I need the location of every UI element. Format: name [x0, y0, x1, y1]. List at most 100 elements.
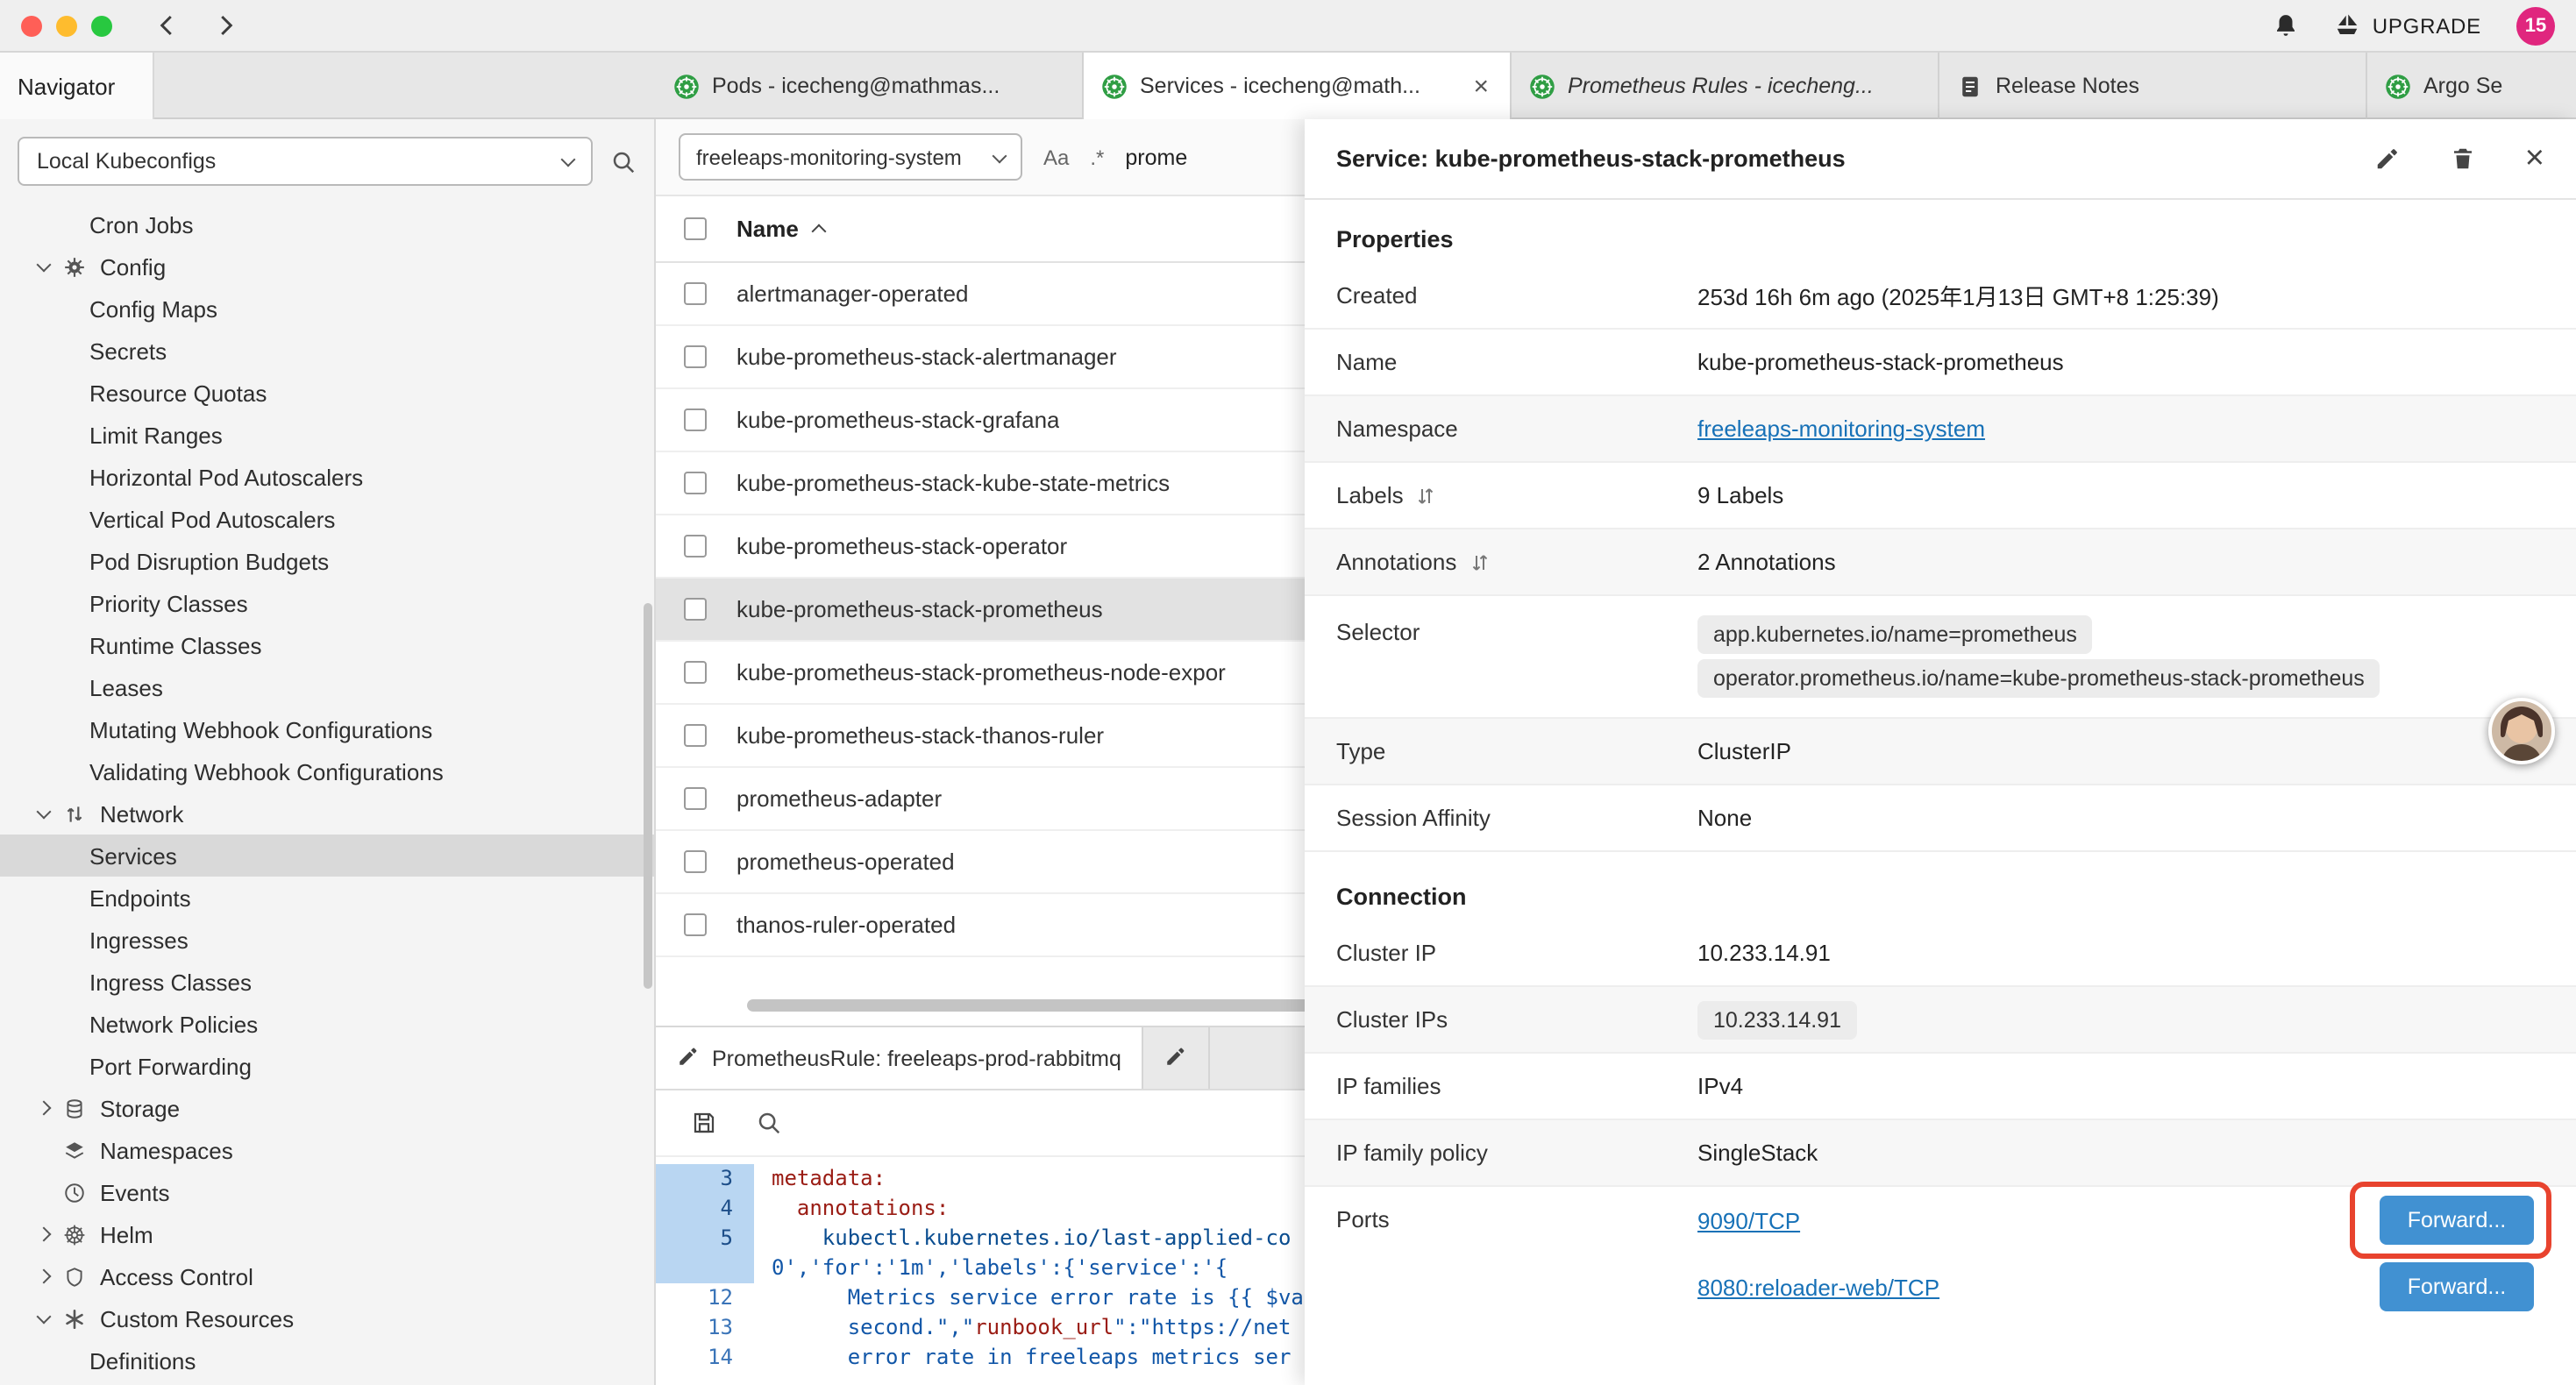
tab-pods-icecheng-mathmas[interactable]: Pods - icecheng@mathmas... [656, 53, 1084, 119]
row-checkbox[interactable] [684, 535, 707, 558]
sidebar-item-resource-quotas[interactable]: Resource Quotas [0, 372, 654, 414]
editor-search-icon[interactable] [756, 1110, 782, 1136]
sidebar-item-custom-resources[interactable]: Custom Resources [0, 1297, 654, 1339]
sidebar-item-access-control[interactable]: Access Control [0, 1255, 654, 1297]
sidebar-item-namespaces[interactable]: Namespaces [0, 1129, 654, 1171]
sidebar-item-ingresses[interactable]: Ingresses [0, 919, 654, 961]
row-checkbox[interactable] [684, 472, 707, 494]
table-row[interactable]: prometheus-operated [656, 831, 1305, 894]
horizontal-scrollbar[interactable] [747, 999, 1305, 1012]
name-column-header[interactable]: Name [737, 216, 799, 242]
row-checkbox[interactable] [684, 787, 707, 810]
editor-line: 4 annotations: [656, 1194, 1305, 1224]
sidebar-item-ingress-classes[interactable]: Ingress Classes [0, 961, 654, 1003]
sidebar-scrollbar[interactable] [644, 603, 652, 989]
sort-icon[interactable] [1469, 551, 1490, 572]
row-checkbox[interactable] [684, 661, 707, 684]
sidebar-item-config-maps[interactable]: Config Maps [0, 288, 654, 330]
row-checkbox[interactable] [684, 913, 707, 936]
close-window-button[interactable] [21, 15, 42, 36]
tab-services-icecheng-math[interactable]: Services - icecheng@math...× [1084, 53, 1512, 119]
user-avatar[interactable] [2488, 698, 2555, 764]
sidebar-item-events[interactable]: Events [0, 1171, 654, 1213]
line-number: 5 [656, 1224, 754, 1254]
chevron-down-icon [561, 153, 576, 167]
table-row[interactable]: kube-prometheus-stack-grafana [656, 389, 1305, 452]
sidebar-item-validating-webhook-configurations[interactable]: Validating Webhook Configurations [0, 750, 654, 792]
sidebar-item-secrets[interactable]: Secrets [0, 330, 654, 372]
sidebar-item-priority-classes[interactable]: Priority Classes [0, 582, 654, 624]
close-drawer-icon[interactable]: × [2525, 142, 2544, 175]
table-row[interactable]: thanos-ruler-operated [656, 894, 1305, 957]
namespace-filter[interactable]: freeleaps-monitoring-system [679, 133, 1022, 181]
table-row[interactable]: alertmanager-operated [656, 263, 1305, 326]
sidebar-item-definitions[interactable]: Definitions [0, 1339, 654, 1381]
sidebar-item-services[interactable]: Services [0, 835, 654, 877]
sidebar-item-endpoints[interactable]: Endpoints [0, 877, 654, 919]
port-forward-button[interactable]: Forward... [2380, 1196, 2534, 1245]
sidebar-item-network-policies[interactable]: Network Policies [0, 1003, 654, 1045]
sidebar-item-mutating-webhook-configurations[interactable]: Mutating Webhook Configurations [0, 708, 654, 750]
select-all-checkbox[interactable] [684, 217, 707, 240]
maximize-window-button[interactable] [91, 15, 112, 36]
sidebar-item-helm[interactable]: Helm [0, 1213, 654, 1255]
sidebar-item-cron-jobs[interactable]: Cron Jobs [0, 203, 654, 245]
table-row[interactable]: kube-prometheus-stack-thanos-ruler [656, 705, 1305, 768]
dock-tab-prometheusrule[interactable]: PrometheusRule: freeleaps-prod-rabbitmq [656, 1027, 1144, 1089]
dock-tab-next[interactable] [1144, 1027, 1211, 1089]
tab-release-notes[interactable]: Release Notes [1939, 53, 2367, 119]
forward-button[interactable] [212, 12, 238, 39]
regex-toggle[interactable]: .* [1090, 145, 1104, 169]
port-forward-button[interactable]: Forward... [2380, 1262, 2534, 1311]
sidebar-item-runtime-classes[interactable]: Runtime Classes [0, 624, 654, 666]
edit-button[interactable] [2374, 146, 2401, 172]
back-button[interactable] [154, 12, 181, 39]
sort-icon[interactable] [1416, 485, 1437, 506]
sidebar-item-port-forwarding[interactable]: Port Forwarding [0, 1045, 654, 1087]
sidebar-item-horizontal-pod-autoscalers[interactable]: Horizontal Pod Autoscalers [0, 456, 654, 498]
port-link[interactable]: 9090/TCP [1697, 1207, 1800, 1233]
tab-label: Pods - icecheng@mathmas... [712, 74, 1064, 98]
row-checkbox[interactable] [684, 282, 707, 305]
table-row[interactable]: kube-prometheus-stack-prometheus-node-ex… [656, 642, 1305, 705]
table-row[interactable]: prometheus-adapter [656, 768, 1305, 831]
table-row[interactable]: kube-prometheus-stack-kube-state-metrics [656, 452, 1305, 515]
navigator-panel-tab[interactable]: Navigator [0, 53, 154, 119]
sidebar-item-label: Validating Webhook Configurations [89, 758, 444, 785]
table-row[interactable]: kube-prometheus-stack-prometheus [656, 579, 1305, 642]
tab-prometheus-rules-icecheng[interactable]: Prometheus Rules - icecheng... [1512, 53, 1939, 119]
row-checkbox[interactable] [684, 724, 707, 747]
sidebar-item-network[interactable]: Network [0, 792, 654, 835]
minimize-window-button[interactable] [56, 15, 77, 36]
save-icon[interactable] [691, 1110, 717, 1136]
match-case-toggle[interactable]: Aa [1043, 145, 1069, 169]
port-link[interactable]: 8080:reloader-web/TCP [1697, 1274, 1939, 1300]
sidebar-item-config[interactable]: Config [0, 245, 654, 288]
drawer-row-cluster-ips: Cluster IPs10.233.14.91 [1305, 987, 2576, 1054]
kubeconfig-selector[interactable]: Local Kubeconfigs [18, 137, 593, 186]
row-checkbox[interactable] [684, 598, 707, 621]
close-tab-icon[interactable]: × [1469, 73, 1492, 99]
row-checkbox[interactable] [684, 408, 707, 431]
sidebar-item-vertical-pod-autoscalers[interactable]: Vertical Pod Autoscalers [0, 498, 654, 540]
namespace-link[interactable]: freeleaps-monitoring-system [1697, 416, 1985, 442]
sidebar-item-pod-disruption-budgets[interactable]: Pod Disruption Budgets [0, 540, 654, 582]
row-checkbox[interactable] [684, 850, 707, 873]
sidebar-item-label: Config Maps [89, 295, 217, 322]
row-checkbox[interactable] [684, 345, 707, 368]
notifications-bell-icon[interactable] [2273, 12, 2299, 39]
sidebar-item-leases[interactable]: Leases [0, 666, 654, 708]
upgrade-button[interactable]: UPGRADE [2334, 12, 2481, 39]
table-row[interactable]: kube-prometheus-stack-alertmanager [656, 326, 1305, 389]
sidebar-search-icon[interactable] [610, 148, 637, 174]
search-input[interactable]: prome [1125, 145, 1187, 169]
delete-button[interactable] [2450, 146, 2476, 172]
notification-count-badge[interactable]: 15 [2516, 6, 2555, 45]
yaml-editor[interactable]: 3metadata:4 annotations:5 kubectl.kubern… [656, 1157, 1305, 1373]
sidebar-item-limit-ranges[interactable]: Limit Ranges [0, 414, 654, 456]
tab-argo-se[interactable]: Argo Se [2367, 53, 2576, 119]
table-row[interactable]: kube-prometheus-stack-operator [656, 515, 1305, 579]
row-name: kube-prometheus-stack-kube-state-metrics [737, 470, 1170, 496]
sidebar-item-storage[interactable]: Storage [0, 1087, 654, 1129]
tab-label: Argo Se [2423, 74, 2576, 98]
